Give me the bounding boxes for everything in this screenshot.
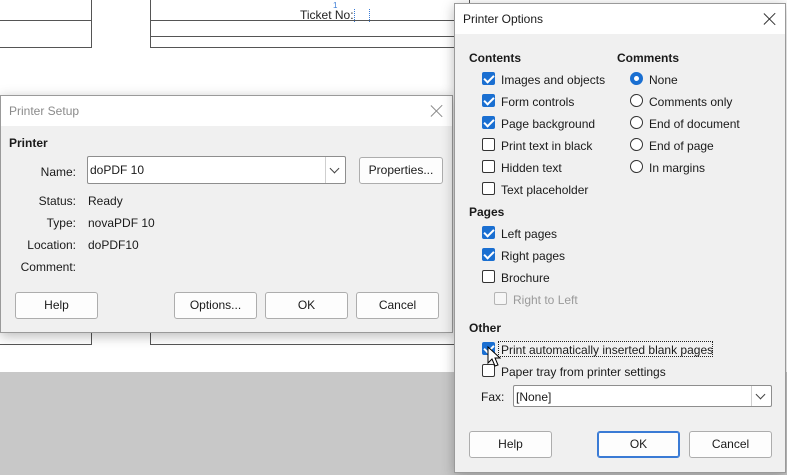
printer-setup-titlebar: Printer Setup <box>1 96 452 126</box>
checkbox-left-pages[interactable] <box>482 226 495 239</box>
type-value: novaPDF 10 <box>88 216 155 230</box>
checkbox-page-background[interactable] <box>482 116 495 129</box>
doc-frame-left <box>0 0 92 48</box>
chevron-down-icon[interactable] <box>751 386 771 406</box>
dialog-title: Printer Setup <box>9 104 80 118</box>
options-button[interactable]: Options... <box>174 292 257 319</box>
close-icon[interactable] <box>428 102 446 120</box>
ok-button[interactable]: OK <box>265 292 348 319</box>
type-label: Type: <box>46 216 76 230</box>
radio-in-margins[interactable] <box>630 160 643 173</box>
close-icon[interactable] <box>761 10 779 28</box>
radio-label[interactable]: In margins <box>649 161 705 175</box>
chevron-down-icon[interactable] <box>325 157 345 183</box>
checkbox-print-text-in-black[interactable] <box>482 138 495 151</box>
radio-end-of-document[interactable] <box>630 116 643 129</box>
mouse-pointer-icon <box>487 346 501 367</box>
ticket-field[interactable] <box>354 9 370 22</box>
checkbox-hidden-text[interactable] <box>482 160 495 173</box>
checkbox-label[interactable]: Right pages <box>501 249 565 263</box>
ok-button[interactable]: OK <box>597 431 680 458</box>
name-label: Name: <box>40 165 76 179</box>
comment-label: Comment: <box>20 260 76 274</box>
section-contents: Contents <box>469 51 521 65</box>
status-label: Status: <box>38 194 76 208</box>
checkbox-right-to-left <box>494 292 507 305</box>
checkbox-text-placeholder[interactable] <box>482 182 495 195</box>
printer-name-value: doPDF 10 <box>90 163 145 177</box>
checkbox-images-and-objects[interactable] <box>482 72 495 85</box>
cancel-button[interactable]: Cancel <box>689 431 772 458</box>
checkbox-label[interactable]: Print automatically inserted blank pages <box>501 343 713 357</box>
radio-label[interactable]: End of document <box>649 117 740 131</box>
section-printer: Printer <box>9 136 48 150</box>
help-button[interactable]: Help <box>469 431 552 458</box>
doc-line <box>150 36 470 37</box>
checkbox-label[interactable]: Page background <box>501 117 595 131</box>
dialog-title: Printer Options <box>463 12 544 26</box>
fax-value: [None] <box>516 390 552 404</box>
section-other: Other <box>469 321 502 335</box>
radio-none[interactable] <box>630 72 643 85</box>
checkbox-label[interactable]: Images and objects <box>501 73 605 87</box>
checkbox-label[interactable]: Paper tray from printer settings <box>501 365 666 379</box>
radio-label[interactable]: Comments only <box>649 95 732 109</box>
properties-button[interactable]: Properties... <box>359 157 443 184</box>
checkbox-label[interactable]: Hidden text <box>501 161 562 175</box>
doc-line <box>0 20 92 21</box>
fax-label: Fax: <box>481 390 505 404</box>
checkbox-right-pages[interactable] <box>482 248 495 261</box>
location-label: Location: <box>27 238 76 252</box>
checkbox-brochure[interactable] <box>482 270 495 283</box>
checkbox-label[interactable]: Brochure <box>501 271 550 285</box>
ticket-label: Ticket No: <box>300 8 354 22</box>
printer-options-dialog: Printer Options Contents Images and obje… <box>454 3 786 473</box>
location-value: doPDF10 <box>88 238 139 252</box>
checkbox-form-controls[interactable] <box>482 94 495 107</box>
checkbox-label[interactable]: Text placeholder <box>501 183 588 197</box>
checkbox-label[interactable]: Left pages <box>501 227 557 241</box>
section-comments: Comments <box>617 51 680 65</box>
printer-options-titlebar: Printer Options <box>455 4 785 34</box>
cancel-button[interactable]: Cancel <box>356 292 439 319</box>
radio-label[interactable]: None <box>649 73 678 87</box>
checkbox-label: Right to Left <box>513 293 578 307</box>
section-pages: Pages <box>469 205 505 219</box>
status-value: Ready <box>88 194 123 208</box>
radio-label[interactable]: End of page <box>649 139 714 153</box>
checkbox-label[interactable]: Print text in black <box>501 139 592 153</box>
printer-name-dropdown[interactable]: doPDF 10 <box>87 156 346 184</box>
radio-end-of-page[interactable] <box>630 138 643 151</box>
printer-setup-dialog: Printer Setup Printer Name: doPDF 10 Pro… <box>0 95 453 333</box>
fax-dropdown[interactable]: [None] <box>513 385 772 407</box>
help-button[interactable]: Help <box>15 292 98 319</box>
radio-comments-only[interactable] <box>630 94 643 107</box>
checkbox-label[interactable]: Form controls <box>501 95 574 109</box>
